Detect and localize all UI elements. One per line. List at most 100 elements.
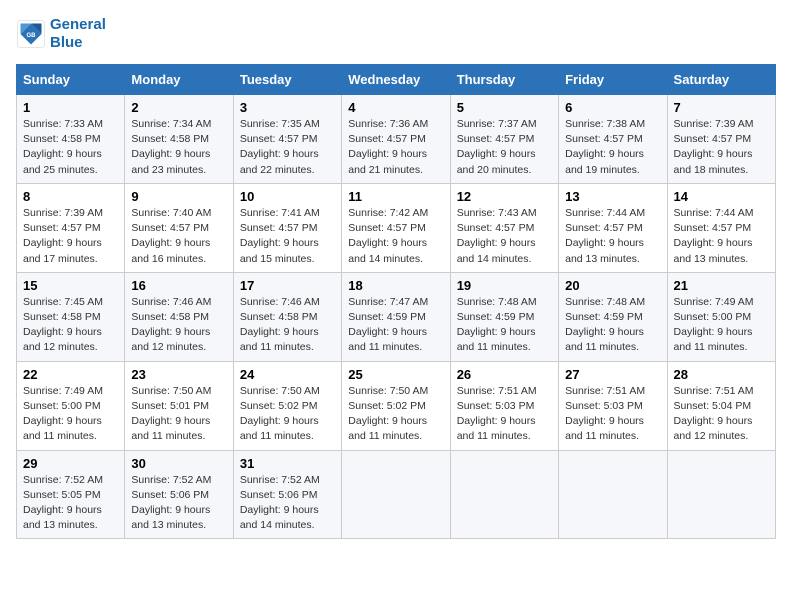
calendar-cell: 17Sunrise: 7:46 AMSunset: 4:58 PMDayligh…	[233, 272, 341, 361]
day-info: Sunrise: 7:50 AMSunset: 5:01 PMDaylight:…	[131, 385, 211, 443]
day-number: 18	[348, 278, 443, 293]
calendar-cell: 30 Sunrise: 7:52 AMSunset: 5:06 PMDayligh…	[125, 450, 233, 539]
day-number: 2	[131, 100, 226, 115]
day-info: Sunrise: 7:49 AMSunset: 5:00 PMDaylight:…	[23, 385, 103, 443]
day-info: Sunrise: 7:51 AMSunset: 5:03 PMDaylight:…	[457, 385, 537, 443]
day-number: 31	[240, 456, 335, 471]
calendar-cell: 26 Sunrise: 7:51 AMSunset: 5:03 PMDayligh…	[450, 361, 558, 450]
day-number: 28	[674, 367, 769, 382]
day-info: Sunrise: 7:34 AMSunset: 4:58 PMDaylight:…	[131, 118, 211, 176]
calendar-cell	[667, 450, 775, 539]
day-number: 8	[23, 189, 118, 204]
calendar-cell: 24Sunrise: 7:50 AMSunset: 5:02 PMDayligh…	[233, 361, 341, 450]
day-info: Sunrise: 7:33 AMSunset: 4:58 PMDaylight:…	[23, 118, 103, 176]
calendar-cell: 16Sunrise: 7:46 AMSunset: 4:58 PMDayligh…	[125, 272, 233, 361]
day-number: 7	[674, 100, 769, 115]
calendar-cell: 3 Sunrise: 7:35 AMSunset: 4:57 PMDaylight…	[233, 95, 341, 184]
day-info: Sunrise: 7:52 AMSunset: 5:06 PMDaylight:…	[131, 474, 211, 532]
day-number: 25	[348, 367, 443, 382]
calendar-cell: 13 Sunrise: 7:44 AMSunset: 4:57 PMDayligh…	[559, 183, 667, 272]
day-number: 11	[348, 189, 443, 204]
day-info: Sunrise: 7:42 AMSunset: 4:57 PMDaylight:…	[348, 207, 428, 265]
day-info: Sunrise: 7:35 AMSunset: 4:57 PMDaylight:…	[240, 118, 320, 176]
day-info: Sunrise: 7:44 AMSunset: 4:57 PMDaylight:…	[565, 207, 645, 265]
day-number: 27	[565, 367, 660, 382]
day-number: 4	[348, 100, 443, 115]
calendar-cell	[450, 450, 558, 539]
logo-icon: GB	[16, 19, 46, 49]
day-info: Sunrise: 7:48 AMSunset: 4:59 PMDaylight:…	[565, 296, 645, 354]
calendar-cell: 27 Sunrise: 7:51 AMSunset: 5:03 PMDayligh…	[559, 361, 667, 450]
day-info: Sunrise: 7:51 AMSunset: 5:04 PMDaylight:…	[674, 385, 754, 443]
day-info: Sunrise: 7:46 AMSunset: 4:58 PMDaylight:…	[131, 296, 211, 354]
calendar-cell: 4 Sunrise: 7:36 AMSunset: 4:57 PMDaylight…	[342, 95, 450, 184]
column-header-thursday: Thursday	[450, 65, 558, 95]
calendar-week-row: 22 Sunrise: 7:49 AMSunset: 5:00 PMDayligh…	[17, 361, 776, 450]
day-info: Sunrise: 7:51 AMSunset: 5:03 PMDaylight:…	[565, 385, 645, 443]
column-header-friday: Friday	[559, 65, 667, 95]
day-number: 30	[131, 456, 226, 471]
day-number: 9	[131, 189, 226, 204]
day-info: Sunrise: 7:48 AMSunset: 4:59 PMDaylight:…	[457, 296, 537, 354]
day-number: 24	[240, 367, 335, 382]
calendar-header-row: SundayMondayTuesdayWednesdayThursdayFrid…	[17, 65, 776, 95]
day-info: Sunrise: 7:44 AMSunset: 4:57 PMDaylight:…	[674, 207, 754, 265]
column-header-monday: Monday	[125, 65, 233, 95]
svg-text:GB: GB	[27, 33, 37, 39]
calendar-cell: 31Sunrise: 7:52 AMSunset: 5:06 PMDayligh…	[233, 450, 341, 539]
day-number: 29	[23, 456, 118, 471]
calendar-week-row: 29 Sunrise: 7:52 AMSunset: 5:05 PMDayligh…	[17, 450, 776, 539]
column-header-wednesday: Wednesday	[342, 65, 450, 95]
day-info: Sunrise: 7:38 AMSunset: 4:57 PMDaylight:…	[565, 118, 645, 176]
calendar-cell: 18Sunrise: 7:47 AMSunset: 4:59 PMDayligh…	[342, 272, 450, 361]
day-number: 19	[457, 278, 552, 293]
calendar-cell: 10 Sunrise: 7:41 AMSunset: 4:57 PMDayligh…	[233, 183, 341, 272]
header: GB General Blue	[16, 16, 776, 52]
day-info: Sunrise: 7:50 AMSunset: 5:02 PMDaylight:…	[348, 385, 428, 443]
day-number: 14	[674, 189, 769, 204]
day-number: 5	[457, 100, 552, 115]
calendar-week-row: 15 Sunrise: 7:45 AMSunset: 4:58 PMDayligh…	[17, 272, 776, 361]
calendar-cell: 1 Sunrise: 7:33 AMSunset: 4:58 PMDaylight…	[17, 95, 125, 184]
calendar-cell	[559, 450, 667, 539]
day-info: Sunrise: 7:43 AMSunset: 4:57 PMDaylight:…	[457, 207, 537, 265]
day-info: Sunrise: 7:52 AMSunset: 5:05 PMDaylight:…	[23, 474, 103, 532]
day-number: 10	[240, 189, 335, 204]
calendar-cell: 8Sunrise: 7:39 AMSunset: 4:57 PMDaylight…	[17, 183, 125, 272]
calendar-week-row: 8Sunrise: 7:39 AMSunset: 4:57 PMDaylight…	[17, 183, 776, 272]
day-number: 26	[457, 367, 552, 382]
calendar-cell: 2 Sunrise: 7:34 AMSunset: 4:58 PMDaylight…	[125, 95, 233, 184]
calendar-cell: 20 Sunrise: 7:48 AMSunset: 4:59 PMDayligh…	[559, 272, 667, 361]
day-info: Sunrise: 7:49 AMSunset: 5:00 PMDaylight:…	[674, 296, 754, 354]
calendar-cell: 23 Sunrise: 7:50 AMSunset: 5:01 PMDayligh…	[125, 361, 233, 450]
logo-text: General Blue	[50, 16, 106, 52]
day-number: 6	[565, 100, 660, 115]
calendar-cell: 25 Sunrise: 7:50 AMSunset: 5:02 PMDayligh…	[342, 361, 450, 450]
calendar-cell: 28 Sunrise: 7:51 AMSunset: 5:04 PMDayligh…	[667, 361, 775, 450]
day-number: 22	[23, 367, 118, 382]
calendar-cell: 12Sunrise: 7:43 AMSunset: 4:57 PMDayligh…	[450, 183, 558, 272]
day-info: Sunrise: 7:41 AMSunset: 4:57 PMDaylight:…	[240, 207, 320, 265]
day-info: Sunrise: 7:40 AMSunset: 4:57 PMDaylight:…	[131, 207, 211, 265]
column-header-tuesday: Tuesday	[233, 65, 341, 95]
day-number: 13	[565, 189, 660, 204]
column-header-sunday: Sunday	[17, 65, 125, 95]
day-number: 23	[131, 367, 226, 382]
calendar-cell: 5 Sunrise: 7:37 AMSunset: 4:57 PMDaylight…	[450, 95, 558, 184]
calendar-week-row: 1 Sunrise: 7:33 AMSunset: 4:58 PMDaylight…	[17, 95, 776, 184]
day-info: Sunrise: 7:37 AMSunset: 4:57 PMDaylight:…	[457, 118, 537, 176]
calendar-cell: 9 Sunrise: 7:40 AMSunset: 4:57 PMDaylight…	[125, 183, 233, 272]
day-number: 15	[23, 278, 118, 293]
day-number: 1	[23, 100, 118, 115]
calendar-cell: 7Sunrise: 7:39 AMSunset: 4:57 PMDaylight…	[667, 95, 775, 184]
day-number: 3	[240, 100, 335, 115]
column-header-saturday: Saturday	[667, 65, 775, 95]
logo: GB General Blue	[16, 16, 106, 52]
day-number: 17	[240, 278, 335, 293]
day-number: 20	[565, 278, 660, 293]
day-info: Sunrise: 7:36 AMSunset: 4:57 PMDaylight:…	[348, 118, 428, 176]
calendar-cell: 11 Sunrise: 7:42 AMSunset: 4:57 PMDayligh…	[342, 183, 450, 272]
day-info: Sunrise: 7:45 AMSunset: 4:58 PMDaylight:…	[23, 296, 103, 354]
calendar-cell: 6 Sunrise: 7:38 AMSunset: 4:57 PMDaylight…	[559, 95, 667, 184]
day-number: 21	[674, 278, 769, 293]
